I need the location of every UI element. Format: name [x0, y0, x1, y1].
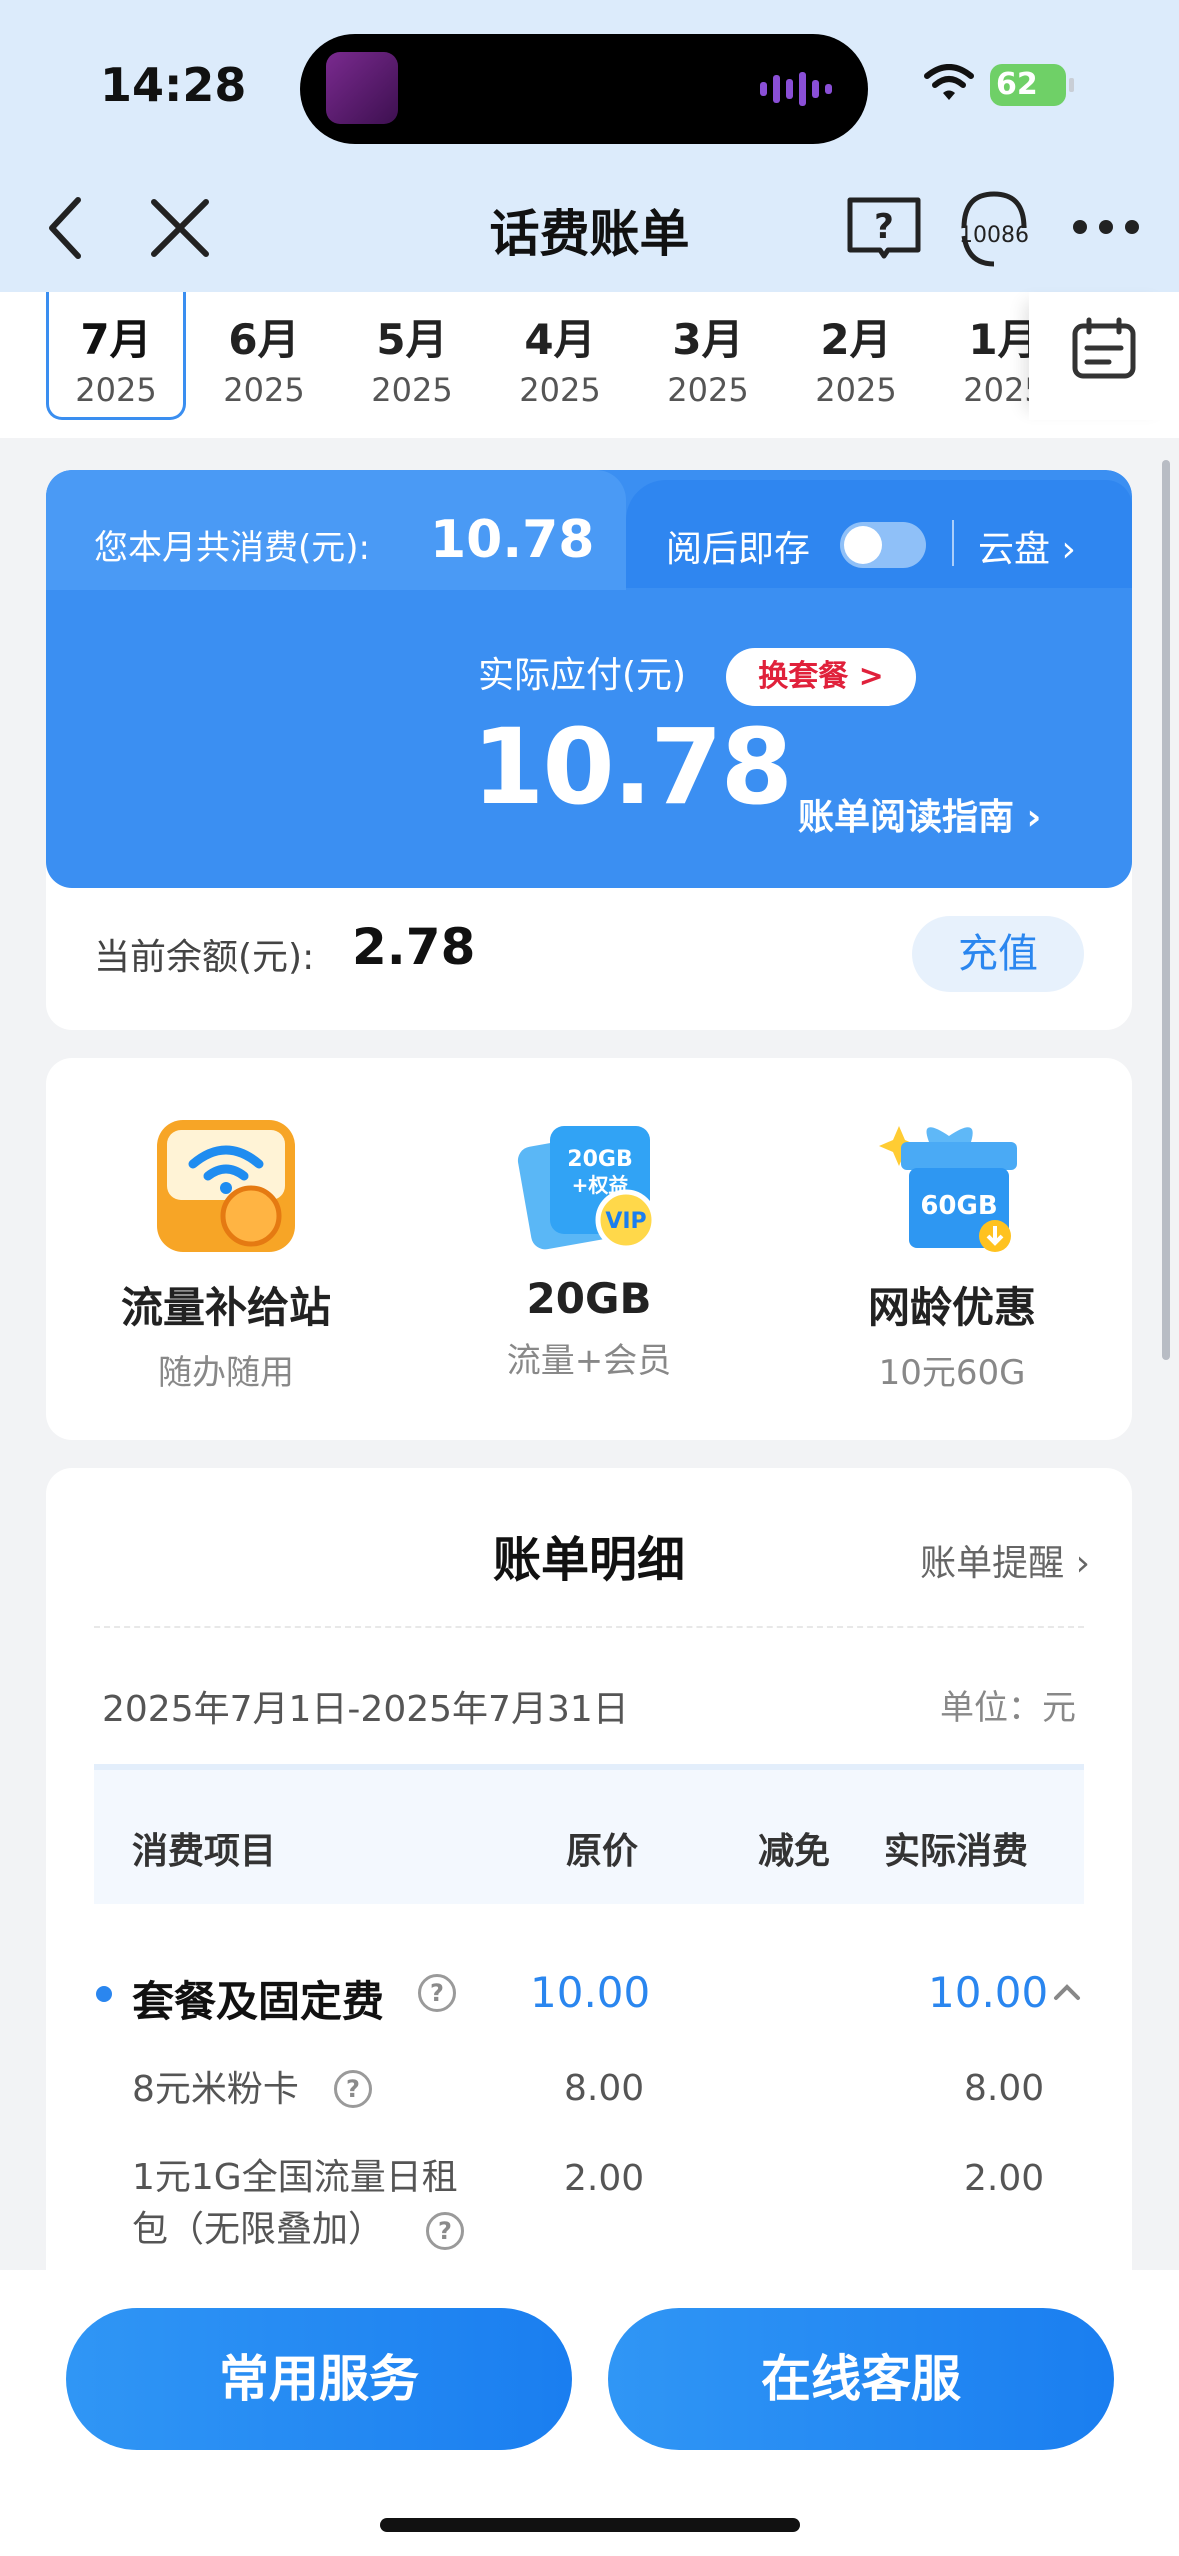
battery-icon: 62: [990, 64, 1074, 106]
tab-month-7[interactable]: 7月 2025: [46, 292, 186, 420]
help-circle-icon[interactable]: ?: [334, 2070, 372, 2108]
tab-month-3[interactable]: 3月 2025: [638, 292, 778, 420]
group-name[interactable]: 套餐及固定费: [132, 1968, 384, 2029]
tab-month-6[interactable]: 6月 2025: [194, 292, 334, 420]
group-bullet: [96, 1986, 112, 2002]
audio-wave-icon: [760, 72, 832, 106]
promo-20gb[interactable]: 20GB +权益 VIP 20GB 流量+会员: [439, 1116, 739, 1382]
promo-subtitle: 流量+会员: [506, 1341, 672, 1381]
calendar-button[interactable]: [1029, 292, 1179, 420]
tab-year-label: 2025: [519, 371, 601, 409]
bottom-bar: 常用服务 在线客服: [0, 2270, 1179, 2556]
month-total-value: 10.78: [430, 510, 595, 570]
promo-subtitle: 10元60G: [878, 1353, 1026, 1393]
divider: [952, 520, 954, 566]
more-icon[interactable]: [1066, 192, 1146, 262]
switch-plan-button[interactable]: 换套餐 >: [726, 648, 916, 706]
table-row-name: 8元米粉卡: [132, 2069, 299, 2110]
tab-month-5[interactable]: 5月 2025: [342, 292, 482, 420]
divider: [94, 1626, 1084, 1628]
tab-month-label: 6月: [228, 315, 300, 364]
promo-title: 20GB: [526, 1274, 652, 1323]
table-row-actual: 8.00: [964, 2068, 1045, 2109]
online-support-button[interactable]: 在线客服: [608, 2308, 1114, 2450]
col-actual: 实际消费: [884, 1831, 1029, 1872]
tab-year-label: 2025: [667, 371, 749, 409]
bill-reminder-link[interactable]: 账单提醒 ›: [920, 1534, 1090, 1586]
cloud-drive-link[interactable]: 云盘 ›: [978, 520, 1076, 572]
calendar-icon: [1072, 317, 1136, 379]
gift-box-icon: 60GB: [879, 1116, 1025, 1256]
table-row-name: 1元1G全国流量日租: [132, 2157, 458, 2198]
svg-text:60GB: 60GB: [920, 1191, 997, 1221]
table-row-original: 2.00: [564, 2158, 645, 2199]
month-total-label: 您本月共消费(元):: [94, 528, 370, 568]
battery-level: 62: [996, 67, 1038, 102]
group-actual: 10.00: [928, 1968, 1049, 2017]
svg-text:VIP: VIP: [605, 1209, 646, 1234]
month-tabs: 7月 2025 6月 2025 5月 2025 4月 2025 3月 2025 …: [0, 292, 1179, 438]
svg-text:?: ?: [874, 207, 894, 247]
promo-data-station[interactable]: 流量补给站 随办随用: [76, 1116, 376, 1394]
col-original: 原价: [566, 1831, 639, 1872]
customer-service-icon[interactable]: 10086: [954, 184, 1034, 274]
help-circle-icon[interactable]: ?: [426, 2212, 464, 2250]
tab-year-label: 2025: [75, 371, 157, 409]
promo-network-age[interactable]: 60GB 网龄优惠 10元60G: [802, 1116, 1102, 1394]
payable-value: 10.78: [472, 706, 793, 828]
read-save-label: 阅后即存: [666, 529, 811, 570]
tab-month-label: 4月: [524, 315, 596, 364]
col-item: 消费项目: [132, 1831, 277, 1872]
home-indicator[interactable]: [380, 2518, 800, 2532]
nav-bar: 话费账单 ? 10086: [0, 170, 1179, 280]
chevron-up-icon[interactable]: [1052, 1980, 1082, 2004]
dynamic-island: [300, 34, 868, 144]
table-row-name-cont: 包（无限叠加）: [132, 2209, 385, 2250]
promo-card: 流量补给站 随办随用 20GB +权益 VIP 20GB 流量+会员 60GB: [46, 1058, 1132, 1440]
read-save-toggle[interactable]: [840, 522, 926, 568]
table-header: 消费项目 原价 减免 实际消费: [94, 1764, 1084, 1904]
album-art-icon: [326, 52, 398, 124]
balance-value: 2.78: [352, 918, 476, 976]
promo-title: 网龄优惠: [867, 1283, 1036, 1332]
tab-month-label: 5月: [376, 315, 448, 364]
scrollbar[interactable]: [1162, 460, 1170, 1360]
bill-summary-card: 您本月共消费(元): 10.78 阅后即存 云盘 › 实际应付(元) 换套餐 >…: [46, 470, 1132, 1030]
tab-month-label: 7月: [80, 315, 152, 364]
data-envelope-icon: [153, 1116, 299, 1256]
payable-label: 实际应付(元): [478, 655, 687, 696]
group-original: 10.00: [530, 1968, 651, 2017]
help-circle-icon[interactable]: ?: [418, 1974, 456, 2012]
tab-month-label: 3月: [672, 315, 744, 364]
recharge-button[interactable]: 充值: [912, 916, 1084, 992]
unit-label: 单位：元: [940, 1688, 1076, 1728]
table-row-original: 8.00: [564, 2068, 645, 2109]
tab-year-label: 2025: [223, 371, 305, 409]
service-number: 10086: [959, 223, 1029, 248]
table-row-actual: 2.00: [964, 2158, 1045, 2199]
svg-text:20GB: 20GB: [567, 1147, 632, 1172]
common-services-button[interactable]: 常用服务: [66, 2308, 572, 2450]
status-time: 14:28: [100, 58, 247, 112]
promo-subtitle: 随办随用: [158, 1353, 294, 1393]
header-area: 14:28 62 话费账单 ? 10086: [0, 0, 1179, 292]
date-range: 2025年7月1日-2025年7月31日: [102, 1689, 629, 1730]
bill-detail-card: 账单明细 账单提醒 › 2025年7月1日-2025年7月31日 单位：元 消费…: [46, 1468, 1132, 2288]
tab-year-label: 2025: [371, 371, 453, 409]
tab-year-label: 2025: [815, 371, 897, 409]
wifi-icon: [924, 64, 974, 100]
col-discount: 减免: [758, 1831, 831, 1872]
help-book-icon[interactable]: ?: [844, 192, 924, 262]
promo-title: 流量补给站: [120, 1283, 331, 1332]
tab-month-4[interactable]: 4月 2025: [490, 292, 630, 420]
bill-guide-link[interactable]: 账单阅读指南 ›: [798, 788, 1041, 840]
tab-month-label: 2月: [820, 315, 892, 364]
balance-label: 当前余额(元):: [94, 937, 315, 978]
tab-month-2[interactable]: 2月 2025: [786, 292, 926, 420]
vip-card-icon: 20GB +权益 VIP: [516, 1116, 662, 1256]
